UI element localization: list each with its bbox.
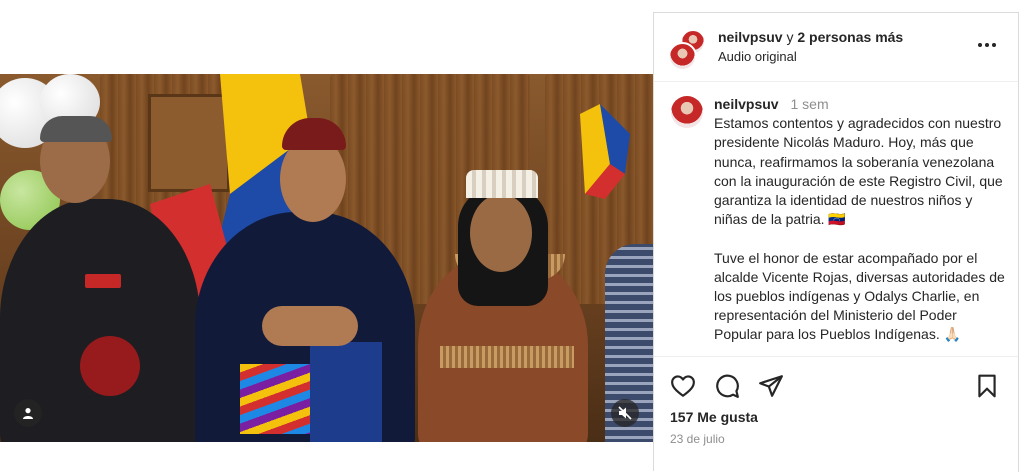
jacket-print [80, 336, 140, 396]
jacket-emblem [85, 274, 121, 288]
collab-avatars[interactable] [668, 29, 706, 71]
more-options-button[interactable] [978, 43, 996, 47]
speaker-muted-icon [618, 406, 632, 420]
comment-icon [716, 374, 739, 398]
comment-button[interactable] [714, 373, 740, 399]
fringe-belt [440, 346, 574, 368]
tag-users-button[interactable] [14, 399, 42, 427]
caption-meta: neilvpsuv 1 sem [714, 95, 1006, 114]
more-horizontal-icon [985, 43, 989, 47]
likes-count[interactable]: 157 Me gusta [670, 409, 758, 425]
send-icon [759, 375, 783, 397]
user-tag-icon [23, 408, 33, 419]
more-horizontal-icon [992, 43, 996, 47]
header-username[interactable]: neilvpsuv [718, 29, 783, 45]
post-caption: neilvpsuv 1 sem Estamos contentos y agra… [654, 82, 1018, 356]
caption-body: neilvpsuv 1 sem Estamos contentos y agra… [714, 95, 1006, 345]
jacket-stripes [240, 364, 310, 434]
jacket-text-panel [310, 342, 382, 442]
header-title: neilvpsuv y 2 personas más [718, 29, 903, 45]
like-button[interactable] [670, 373, 696, 399]
caption-time[interactable]: 1 sem [790, 96, 828, 112]
avatar[interactable] [671, 96, 703, 128]
post-video[interactable] [0, 74, 653, 442]
caption-paragraph: Tuve el honor de estar acompañado por el… [714, 249, 1005, 343]
post-side-panel: neilvpsuv y 2 personas más Audio origina… [654, 12, 1019, 473]
mute-button[interactable] [611, 399, 639, 427]
hands [262, 306, 358, 346]
avatar[interactable] [668, 42, 697, 71]
caption-paragraph: Estamos contentos y agradecidos con nues… [714, 115, 1003, 228]
more-horizontal-icon [978, 43, 982, 47]
post-actions-section: 157 Me gusta 23 de julio [654, 356, 1018, 473]
crown [466, 170, 538, 198]
audio-link[interactable]: Audio original [718, 49, 797, 64]
flag-venezuela-small [580, 104, 630, 199]
post-date[interactable]: 23 de julio [670, 432, 725, 446]
save-button[interactable] [974, 373, 1000, 399]
header-joiner: y [786, 29, 794, 45]
head-right [470, 194, 532, 272]
share-button[interactable] [758, 373, 784, 399]
action-bar [670, 373, 1000, 401]
heart-icon [671, 375, 695, 397]
header-others[interactable]: 2 personas más [797, 29, 903, 45]
post-header: neilvpsuv y 2 personas más Audio origina… [654, 13, 1018, 82]
hair-left [40, 116, 112, 142]
caption-username[interactable]: neilvpsuv [714, 96, 779, 112]
bookmark-icon [978, 374, 996, 398]
